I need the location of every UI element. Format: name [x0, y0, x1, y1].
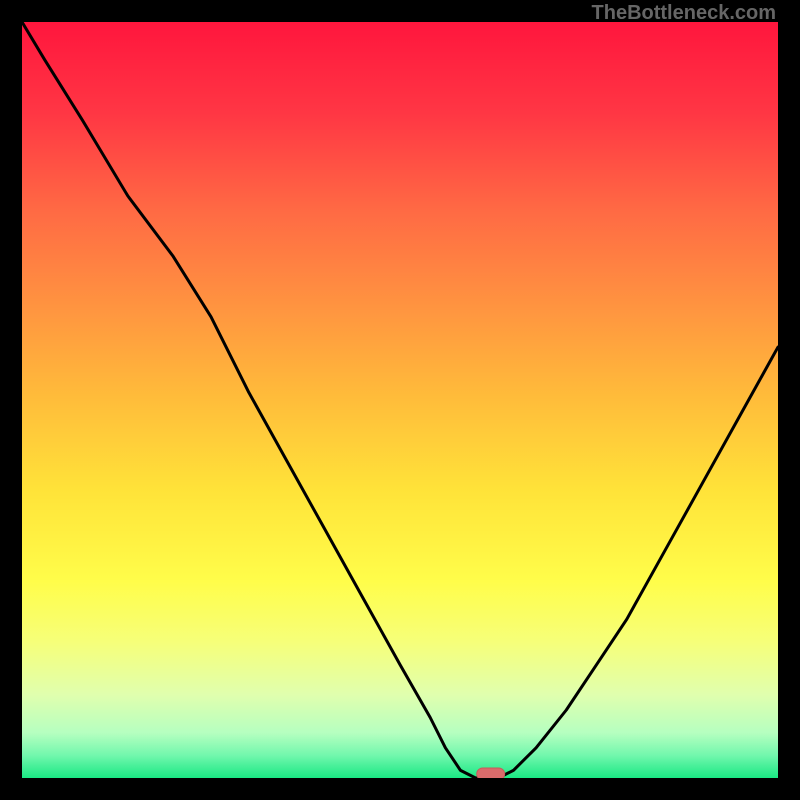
- optimal-marker: [477, 768, 505, 778]
- chart-container: TheBottleneck.com: [0, 0, 800, 800]
- plot-area: [22, 22, 778, 778]
- watermark-text: TheBottleneck.com: [592, 2, 776, 25]
- chart-svg: [22, 22, 778, 778]
